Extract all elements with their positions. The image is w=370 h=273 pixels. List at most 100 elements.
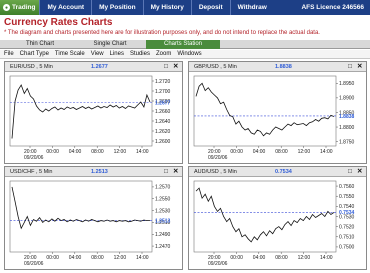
y-tick-label: 1.8800	[339, 125, 355, 131]
y-tick-label: 1.2620	[155, 129, 171, 135]
line-chart: 1.89501.89001.88501.88001.875020:00 00:00…	[193, 75, 355, 161]
interval-label: 5 Min	[223, 169, 237, 175]
y-tick-label: 0.7500	[339, 245, 355, 251]
menu-studies[interactable]: Studies	[126, 51, 152, 57]
x-tick-label: 08:00	[275, 149, 288, 155]
trading-logo[interactable]: ● Trading	[0, 0, 40, 15]
y-tick-label: 1.2550	[155, 197, 171, 203]
tab-charts-station[interactable]: Charts Station	[146, 40, 220, 49]
chart-window-gbpusd[interactable]: GBP/USD , 5 Min 1.8838 □ ✕ 1.8950 1.8900 1…	[188, 61, 367, 164]
licence-label: AFS Licence 246566	[301, 4, 364, 11]
x-tick-label: 14:00	[320, 149, 333, 155]
chart-menu-bar: File Chart Type Time Scale View Lines St…	[0, 50, 370, 59]
symbol-label: GBP/USD	[194, 64, 219, 70]
chart-window-title: EUR/USD , 5 Min 1.2677	[5, 62, 182, 72]
line-chart: 0.75600.75500.75400.75300.75200.75100.75…	[193, 180, 355, 267]
y-tick-label: 1.2720	[155, 79, 171, 85]
chart-window-audusd[interactable]: AUD/USD , 5 Min 0.7534 □ ✕ 0.7560 0.7550 0…	[188, 166, 367, 270]
maximize-icon[interactable]: □	[348, 167, 352, 177]
date-label: 09/20/06	[208, 261, 228, 267]
tab-thin-chart[interactable]: Thin Chart	[10, 40, 70, 49]
x-tick-label: 00:00	[230, 149, 243, 155]
date-label: 09/20/06	[208, 155, 228, 161]
menu-zoom[interactable]: Zoom	[152, 51, 173, 57]
x-tick-label: 04:00	[253, 149, 266, 155]
x-tick-label: 12:00	[114, 149, 127, 155]
x-tick-label: 00:00	[46, 149, 59, 155]
x-tick-label: 12:00	[298, 255, 311, 261]
y-tick-label: 1.2490	[155, 232, 171, 238]
chart-window-usdchf[interactable]: USD/CHF , 5 Min 1.2513 □ ✕ 1.2570 1.2550 1…	[4, 166, 183, 270]
y-tick-label: 1.8900	[339, 96, 355, 102]
close-icon[interactable]: ✕	[173, 167, 178, 177]
current-price: 1.2677	[91, 64, 108, 70]
x-tick-label: 04:00	[69, 149, 82, 155]
y-tick-label: 1.2700	[155, 89, 171, 95]
current-price: 1.2513	[91, 169, 108, 175]
x-tick-label: 12:00	[298, 149, 311, 155]
maximize-icon[interactable]: □	[164, 167, 168, 177]
maximize-icon[interactable]: □	[348, 62, 352, 72]
menu-time-scale[interactable]: Time Scale	[51, 51, 87, 57]
symbol-label: USD/CHF	[10, 169, 35, 175]
close-icon[interactable]: ✕	[357, 167, 362, 177]
x-tick-label: 14:00	[136, 149, 149, 155]
chart-window-title: GBP/USD , 5 Min 1.8838	[189, 62, 366, 72]
y-tick-label: 0.7560	[339, 184, 355, 190]
x-tick-label: 04:00	[253, 255, 266, 261]
close-icon[interactable]: ✕	[357, 62, 362, 72]
symbol-label: EUR/USD	[10, 64, 35, 70]
plot-area	[9, 75, 153, 147]
plot-area	[193, 75, 337, 147]
disclaimer-text: * The diagram and charts presented here …	[4, 30, 320, 36]
x-tick-label: 14:00	[136, 255, 149, 261]
y-tick-label: 0.7550	[339, 194, 355, 200]
logo-label: Trading	[12, 4, 36, 11]
nav-withdraw[interactable]: Withdraw	[229, 0, 274, 15]
logo-icon: ●	[3, 4, 10, 11]
y-tick-label: 1.2660	[155, 109, 171, 115]
menu-view[interactable]: View	[87, 51, 106, 57]
current-price-axis-label: 1.2513	[155, 218, 171, 224]
maximize-icon[interactable]: □	[164, 62, 168, 72]
y-tick-label: 1.2470	[155, 244, 171, 250]
page-title: Currency Rates Charts	[4, 17, 113, 28]
y-tick-label: 1.2600	[155, 139, 171, 145]
x-tick-label: 08:00	[275, 255, 288, 261]
current-price-axis-label: 0.7534	[339, 210, 355, 216]
current-price: 0.7534	[275, 169, 292, 175]
y-tick-label: 1.8750	[339, 139, 355, 145]
y-tick-label: 1.2570	[155, 185, 171, 191]
nav-my-history[interactable]: My History	[142, 0, 191, 15]
x-tick-label: 04:00	[69, 255, 82, 261]
top-navigation-bar: ● Trading My Account My Position My Hist…	[0, 0, 370, 15]
y-tick-label: 0.7520	[339, 224, 355, 230]
nav-my-position[interactable]: My Position	[91, 0, 142, 15]
x-tick-label: 08:00	[91, 149, 104, 155]
nav-deposit[interactable]: Deposit	[190, 0, 230, 15]
y-tick-label: 1.2640	[155, 119, 171, 125]
menu-lines[interactable]: Lines	[106, 51, 126, 57]
tab-single-chart[interactable]: Single Chart	[80, 40, 140, 49]
menu-file[interactable]: File	[0, 51, 16, 57]
line-chart: 1.25701.25501.25301.25101.24901.247020:0…	[9, 180, 171, 267]
menu-chart-type[interactable]: Chart Type	[16, 51, 51, 57]
interval-label: 5 Min	[223, 64, 237, 70]
x-tick-label: 08:00	[91, 255, 104, 261]
current-price-axis-label: 1.8838	[339, 114, 355, 120]
interval-label: 5 Min	[39, 169, 53, 175]
x-tick-label: 14:00	[320, 255, 333, 261]
x-tick-label: 00:00	[230, 255, 243, 261]
date-label: 09/20/06	[24, 155, 44, 161]
chart-window-title: AUD/USD , 5 Min 0.7534	[189, 167, 366, 177]
nav-my-account[interactable]: My Account	[39, 0, 91, 15]
y-tick-label: 0.7510	[339, 235, 355, 241]
x-tick-label: 00:00	[46, 255, 59, 261]
chart-window-eurusd[interactable]: EUR/USD , 5 Min 1.2677 □ ✕ 1.2720 1.2700 1…	[4, 61, 183, 164]
symbol-label: AUD/USD	[194, 169, 219, 175]
menu-windows[interactable]: Windows	[173, 51, 203, 57]
chart-tabs: Thin Chart Single Chart Charts Station	[0, 40, 370, 49]
chart-window-title: USD/CHF , 5 Min 1.2513	[5, 167, 182, 177]
close-icon[interactable]: ✕	[173, 62, 178, 72]
y-tick-label: 1.8950	[339, 81, 355, 87]
